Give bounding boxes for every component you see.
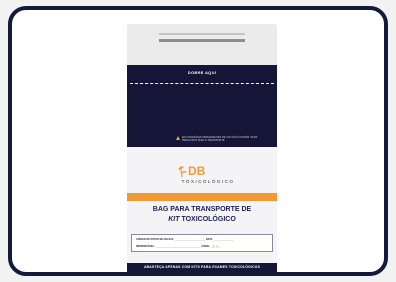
footer-text: ABASTEÇA APENAS COM KITS PARA EXAMES TOX… [143,265,261,269]
bag-footer-band: ABASTEÇA APENAS COM KITS PARA EXAMES TOX… [127,263,277,272]
warning-icon [176,136,180,140]
brand-logo: DB TOXICOLÓGICO [178,164,238,192]
logo-brand: DB [188,164,206,178]
form-line-responsible: RESPONSÁVEL: ___________________________… [136,245,221,248]
adhesive-strip [159,39,245,42]
product-card: DOBRE AQUI EM CONDIÇÕES PERMANENTES DE U… [8,6,388,276]
bag-title-line1: BAG PARA TRANSPORTE DE [152,206,252,213]
logo-subtitle: TOXICOLÓGICO [181,179,235,184]
form-line-collection-point: CÓDIGO DO POSTO DE COLETA: _____________… [136,238,234,241]
logo-leaf-icon [178,166,187,178]
label-form: CÓDIGO DO POSTO DE COLETA: _____________… [131,234,273,252]
bag-title-line2: KIT TOXICOLÓGICO [127,216,277,223]
fold-label: DOBRE AQUI [187,70,217,75]
title-rest: TOXICOLÓGICO [179,216,236,223]
adhesive-strip-top [159,33,245,35]
orange-band [127,193,277,201]
warning-note: EM CONDIÇÕES PERMANENTES DE USO NÃO CONT… [176,136,262,142]
bag-flap [127,24,277,70]
warning-text: EM CONDIÇÕES PERMANENTES DE USO NÃO CONT… [182,136,258,142]
title-kit: KIT [168,216,180,223]
transport-bag: DOBRE AQUI EM CONDIÇÕES PERMANENTES DE U… [127,65,277,272]
fold-line [130,83,274,84]
bag-top-panel: DOBRE AQUI EM CONDIÇÕES PERMANENTES DE U… [127,65,277,147]
